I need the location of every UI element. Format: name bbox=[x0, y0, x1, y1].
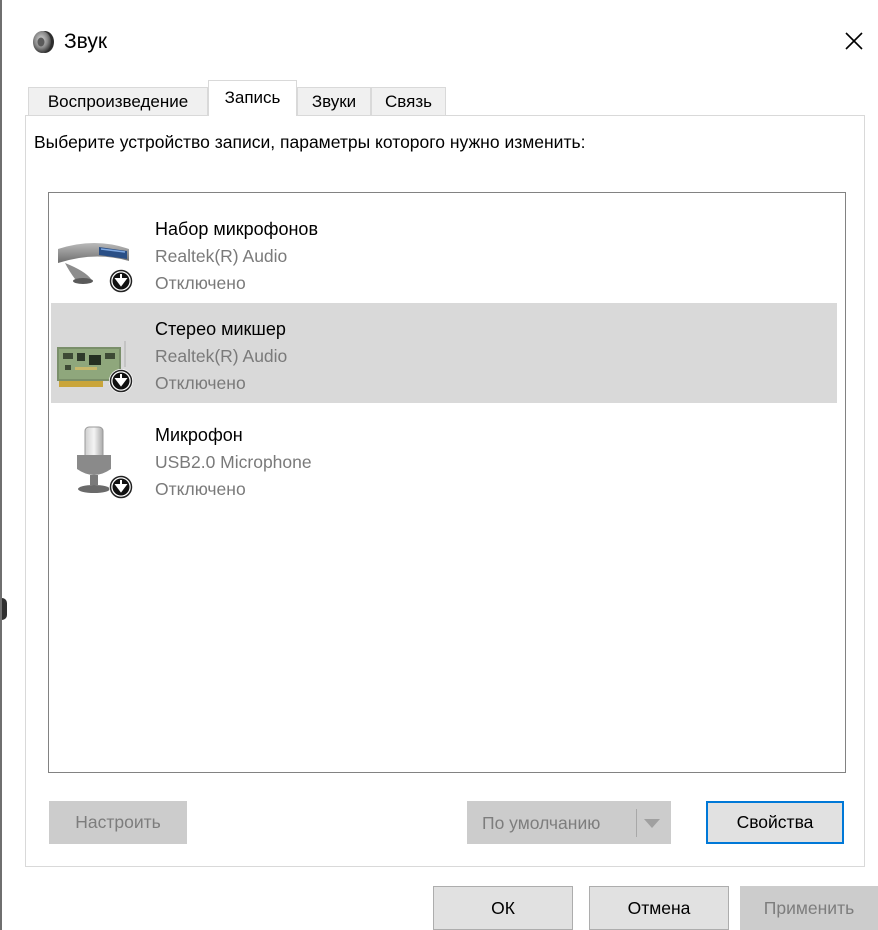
list-item-device[interactable]: Набор микрофонов Realtek(R) Audio Отключ… bbox=[51, 203, 837, 303]
title-bar: Звук bbox=[0, 0, 878, 80]
tab-recording[interactable]: Запись bbox=[208, 80, 297, 116]
tab-communications[interactable]: Связь bbox=[371, 87, 446, 115]
microphone-icon bbox=[77, 426, 133, 499]
device-list[interactable]: Набор микрофонов Realtek(R) Audio Отключ… bbox=[48, 192, 846, 773]
set-default-split-button[interactable]: По умолчанию bbox=[467, 801, 671, 844]
list-item-device[interactable]: Стерео микшер Realtek(R) Audio Отключено bbox=[51, 303, 837, 403]
device-driver: Realtek(R) Audio bbox=[155, 246, 288, 266]
device-driver: USB2.0 Microphone bbox=[155, 452, 312, 472]
window-left-border bbox=[0, 0, 2, 930]
configure-button[interactable]: Настроить bbox=[49, 801, 187, 844]
ok-button[interactable]: ОК bbox=[433, 886, 573, 930]
split-separator bbox=[636, 809, 637, 837]
device-name: Стерео микшер bbox=[155, 319, 286, 339]
device-driver: Realtek(R) Audio bbox=[155, 346, 288, 366]
resize-handle[interactable] bbox=[2, 598, 7, 620]
set-default-label: По умолчанию bbox=[482, 813, 601, 833]
list-item-device[interactable]: Микрофон USB2.0 Microphone Отключено bbox=[51, 409, 837, 509]
window-title: Звук bbox=[64, 30, 108, 53]
microphone-array-icon bbox=[58, 243, 133, 293]
apply-button[interactable]: Применить bbox=[740, 886, 878, 930]
tab-playback[interactable]: Воспроизведение bbox=[28, 87, 208, 115]
sound-card-icon bbox=[57, 341, 133, 393]
properties-button[interactable]: Свойства bbox=[706, 801, 844, 844]
device-status: Отключено bbox=[155, 273, 246, 293]
device-status: Отключено bbox=[155, 373, 246, 393]
device-name: Микрофон bbox=[155, 425, 243, 445]
tab-sounds[interactable]: Звуки bbox=[297, 87, 371, 115]
speaker-icon bbox=[33, 31, 54, 53]
chevron-down-icon[interactable] bbox=[644, 819, 660, 828]
device-name: Набор микрофонов bbox=[155, 219, 319, 239]
cancel-button[interactable]: Отмена bbox=[589, 886, 729, 930]
instruction-text: Выберите устройство записи, параметры ко… bbox=[34, 132, 586, 152]
device-status: Отключено bbox=[155, 479, 246, 499]
close-icon[interactable] bbox=[835, 22, 873, 60]
